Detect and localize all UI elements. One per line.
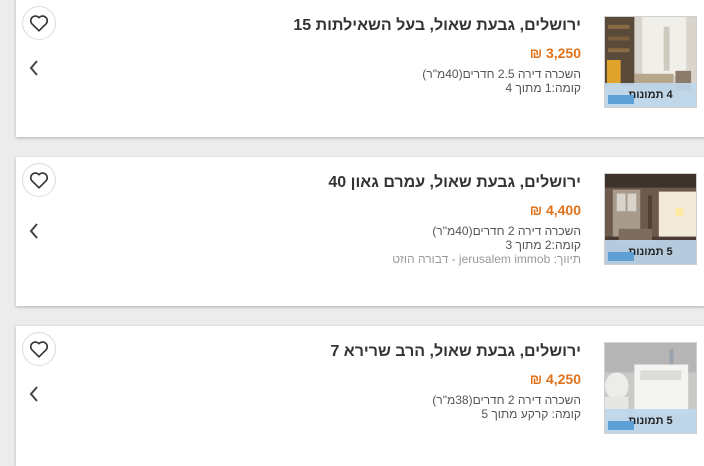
listing-photo[interactable]: 5 תמונות [604, 342, 697, 434]
listing-address[interactable]: ירושלים, גבעת שאול, בעל השאילתות 15 [81, 16, 581, 36]
listing-address[interactable]: ירושלים, גבעת שאול, הרב שרירא 7 [81, 342, 581, 362]
photo-watermark [608, 252, 634, 261]
listing-floor: קומה:2 מתוך 3 [505, 238, 582, 252]
heart-icon [29, 172, 49, 189]
listing-price: 3,250 ₪ [529, 45, 581, 61]
favorite-button[interactable] [22, 163, 56, 197]
next-listing-button[interactable] [26, 57, 42, 79]
listing-info: ירושלים, גבעת שאול, הרב שרירא 7 4,250 ₪ … [81, 342, 581, 421]
listing-info: ירושלים, גבעת שאול, בעל השאילתות 15 3,25… [81, 16, 581, 95]
listing-address[interactable]: ירושלים, גבעת שאול, עמרם גאון 40 [81, 173, 581, 193]
listing-photo[interactable]: 5 תמונות [604, 173, 697, 265]
listing-info: ירושלים, גבעת שאול, עמרם גאון 40 4,400 ₪… [81, 173, 581, 266]
next-listing-button[interactable] [26, 383, 42, 405]
favorite-button[interactable] [22, 6, 56, 40]
chevron-left-icon [29, 223, 38, 239]
photo-watermark [608, 95, 634, 104]
heart-icon [29, 341, 49, 358]
chevron-left-icon [29, 60, 38, 76]
listing-floor: קומה:1 מתוך 4 [505, 81, 582, 95]
listing-details: השכרה דירה 2 חדרים(38מ"ר) [432, 393, 581, 407]
listing-price: 4,400 ₪ [529, 202, 581, 218]
heart-icon [29, 15, 49, 32]
listing-agent: תיווך: jerusalem immob - דבורה הוזט [392, 252, 581, 266]
listing-photo[interactable]: 4 תמונות [604, 16, 697, 108]
listing-floor: קומה: קרקע מתוך 5 [481, 407, 581, 421]
listing-details: השכרה דירה 2 חדרים(40מ"ר) [432, 224, 581, 238]
listing-card[interactable]: ירושלים, גבעת שאול, עמרם גאון 40 4,400 ₪… [16, 157, 704, 306]
photo-watermark [608, 421, 634, 430]
chevron-left-icon [29, 386, 38, 402]
listing-card[interactable]: ירושלים, גבעת שאול, הרב שרירא 7 4,250 ₪ … [16, 326, 704, 466]
next-listing-button[interactable] [26, 220, 42, 242]
listing-card[interactable]: ירושלים, גבעת שאול, בעל השאילתות 15 3,25… [16, 0, 704, 137]
listing-price: 4,250 ₪ [529, 371, 581, 387]
listing-details: השכרה דירה 2.5 חדרים(40מ"ר) [422, 67, 581, 81]
favorite-button[interactable] [22, 332, 56, 366]
